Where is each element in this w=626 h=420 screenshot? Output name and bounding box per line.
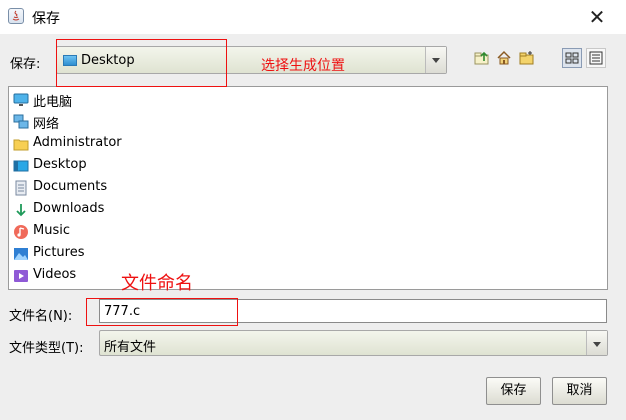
close-button[interactable]: ✕: [584, 5, 610, 29]
desktop-icon: [13, 160, 29, 172]
list-view-toggle[interactable]: [562, 48, 582, 68]
videos-icon: [14, 270, 28, 282]
new-folder-icon: [519, 51, 534, 65]
list-item-label: Downloads: [33, 201, 105, 216]
pictures-icon: [14, 248, 28, 260]
chevron-down-icon[interactable]: [586, 331, 607, 355]
music-icon: [14, 225, 28, 239]
window-title: 保存: [32, 11, 60, 27]
filetype-combo[interactable]: 所有文件: [99, 330, 608, 356]
list-item-label: Desktop: [33, 157, 87, 172]
filetype-value: 所有文件: [104, 340, 157, 355]
list-item-label: 此电脑: [33, 95, 73, 110]
folder-icon: [13, 139, 29, 151]
list-item-label: Music: [33, 223, 70, 238]
location-annotation: 选择生成位置: [261, 58, 345, 74]
file-list[interactable]: 此电脑 网络 Administrator Desktop Documents D…: [8, 86, 608, 290]
java-app-icon: [8, 8, 24, 24]
filename-label: 文件名(N):: [9, 309, 73, 324]
list-item-label: Pictures: [33, 245, 85, 260]
dialog-body: 保存: Desktop 此电脑 网络 Administrator Desktop…: [0, 34, 626, 420]
chevron-down-icon[interactable]: [425, 47, 446, 73]
details-view-icon: [589, 51, 603, 65]
network-icon: [13, 114, 29, 129]
list-item-label: Videos: [33, 267, 77, 282]
desktop-folder-icon: [63, 55, 77, 66]
details-view-toggle[interactable]: [586, 48, 606, 68]
list-item-label: Documents: [33, 179, 108, 194]
up-folder-icon: [474, 51, 489, 65]
home-button[interactable]: [494, 48, 514, 68]
save-button[interactable]: 保存: [486, 377, 541, 405]
list-item-label: Administrator: [33, 135, 122, 150]
list-item-label: 网络: [33, 117, 60, 132]
look-in-combo[interactable]: Desktop: [56, 46, 447, 74]
look-in-label: 保存:: [10, 57, 41, 72]
downloads-icon: [16, 204, 26, 217]
filename-input[interactable]: [99, 299, 607, 323]
filetype-label: 文件类型(T):: [9, 341, 84, 356]
list-view-icon: [565, 52, 579, 64]
close-icon: ✕: [588, 5, 606, 29]
filename-annotation: 文件命名: [121, 273, 193, 294]
computer-icon: [13, 93, 29, 106]
cancel-button[interactable]: 取消: [552, 377, 607, 405]
home-icon: [497, 50, 511, 65]
look-in-value: Desktop: [81, 53, 135, 68]
new-folder-button[interactable]: [517, 48, 537, 68]
documents-icon: [15, 180, 27, 196]
up-folder-button[interactable]: [472, 48, 492, 68]
title-bar: 保存 ✕: [0, 0, 626, 34]
